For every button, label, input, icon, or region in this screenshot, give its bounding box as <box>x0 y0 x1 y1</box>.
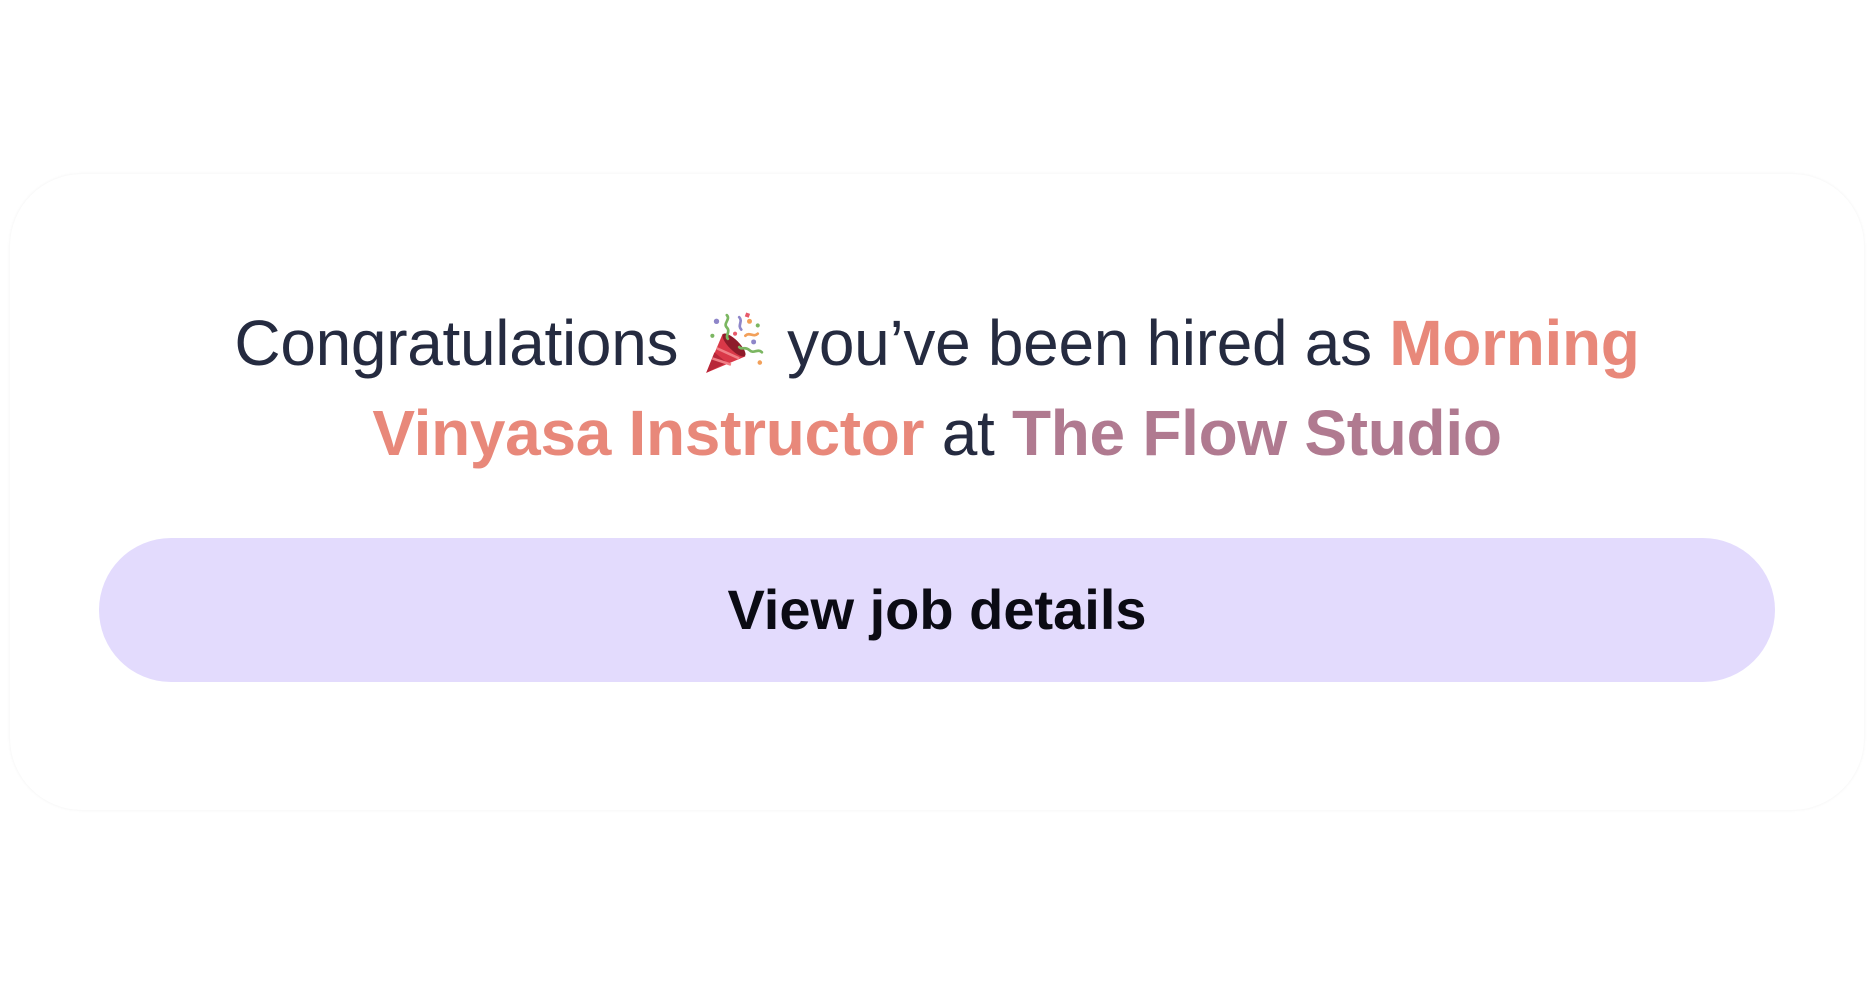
hire-message: Congratulations you’ve been hired as Mor… <box>200 298 1674 478</box>
view-job-details-button[interactable]: View job details <box>99 538 1775 682</box>
party-popper-icon <box>705 312 763 373</box>
company-name: The Flow Studio <box>1011 397 1502 469</box>
congratulations-text: Congratulations <box>234 307 679 379</box>
hire-notification-card <box>10 174 1864 810</box>
connector-text: at <box>941 397 995 469</box>
hired-as-text: you’ve been hired as <box>787 307 1372 379</box>
